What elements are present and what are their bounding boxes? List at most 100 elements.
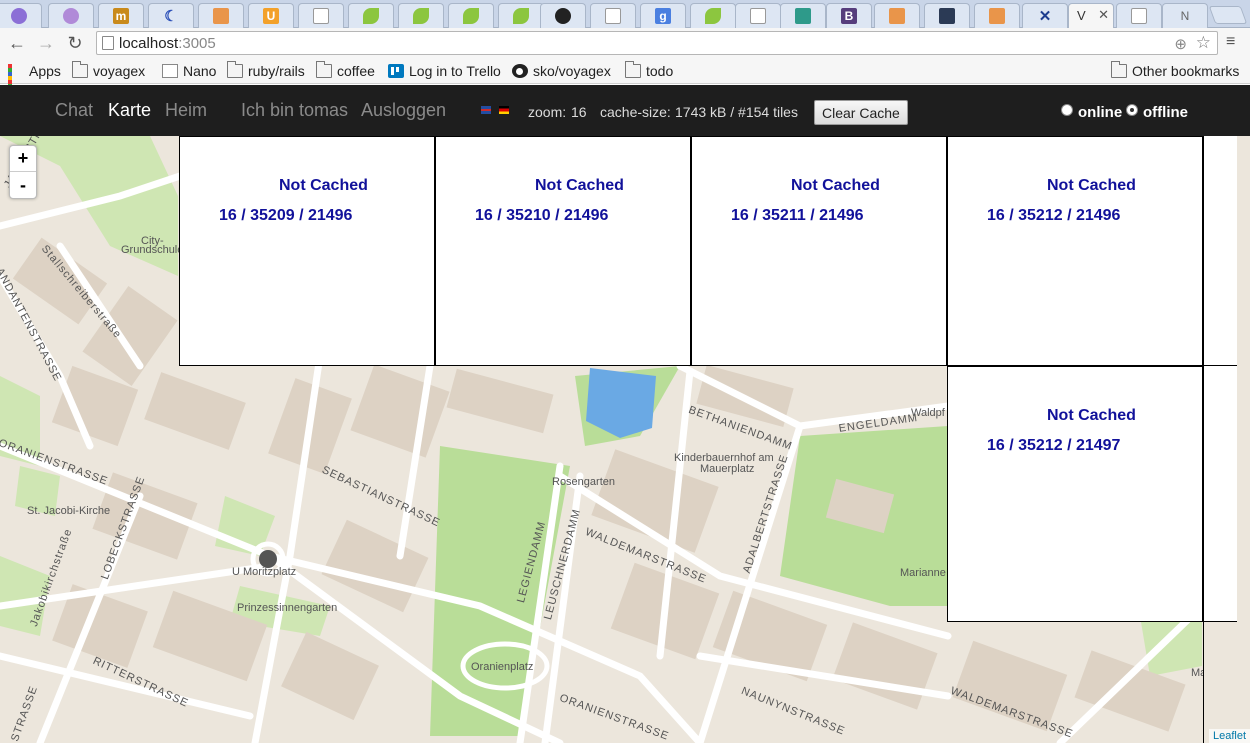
- browser-tab[interactable]: [735, 3, 781, 28]
- nav-heim[interactable]: Heim: [165, 100, 207, 121]
- bookmark-nano[interactable]: Nano: [162, 61, 216, 81]
- leaf-icon: [705, 8, 721, 24]
- zoom-value: 16: [571, 104, 587, 120]
- map-label: Marianne: [900, 567, 946, 579]
- folder-icon: [625, 61, 641, 78]
- cube-icon: [795, 8, 811, 24]
- zoom-in-button[interactable]: +: [10, 146, 36, 172]
- map-view[interactable]: City- Grundschule Rosengarten Kinderbaue…: [0, 136, 1250, 743]
- nav-logout[interactable]: Ausloggen: [361, 100, 446, 121]
- other-bookmarks[interactable]: Other bookmarks: [1111, 61, 1239, 81]
- shield-u-icon: U: [263, 8, 279, 24]
- cache-size-value: 1743 kB / #154 tiles: [675, 104, 798, 120]
- tab-title: V: [1077, 8, 1086, 23]
- bookmark-label: voyagex: [93, 63, 146, 79]
- browser-tab-strip: m ☾ U g B ✕ V ✕ N: [0, 0, 1250, 28]
- bookmark-star-icon[interactable]: ☆: [1196, 33, 1211, 53]
- nav-chat[interactable]: Chat: [55, 100, 93, 121]
- url-host: localhost: [119, 35, 179, 52]
- browser-tab[interactable]: [690, 3, 736, 28]
- offline-label: offline: [1143, 104, 1188, 121]
- letter-m-icon: m: [113, 8, 129, 24]
- bookmarks-bar: Apps voyagex Nano ruby/rails coffee Log …: [0, 58, 1250, 100]
- bookmark-label: todo: [646, 63, 674, 79]
- browser-tab[interactable]: N: [1162, 3, 1208, 28]
- bookmark-voyagex[interactable]: voyagex: [72, 61, 145, 81]
- browser-tab[interactable]: [0, 3, 42, 28]
- browser-tab[interactable]: [540, 3, 586, 28]
- map-label: St. Jacobi-Kirche: [27, 505, 111, 517]
- map-tile-edge: [1203, 622, 1250, 743]
- tile-status: Not Cached: [279, 177, 368, 194]
- browser-tab[interactable]: ✕: [1022, 3, 1068, 28]
- bookmark-trello[interactable]: Log in to Trello: [388, 61, 501, 81]
- map-label: Mauerplatz: [700, 463, 755, 475]
- flag-en-icon[interactable]: [481, 106, 491, 114]
- browser-tab[interactable]: [1116, 3, 1162, 28]
- browser-tab[interactable]: [348, 3, 394, 28]
- browser-tab[interactable]: [874, 3, 920, 28]
- browser-tab[interactable]: m: [98, 3, 144, 28]
- browser-tab[interactable]: [498, 3, 544, 28]
- browser-tab[interactable]: [590, 3, 636, 28]
- reload-icon[interactable]: ↻: [64, 32, 86, 54]
- browser-tab[interactable]: B: [826, 3, 872, 28]
- trello-icon: [388, 64, 404, 78]
- map-label: Oranienplatz: [471, 661, 534, 673]
- page-icon: [1131, 8, 1147, 24]
- map-tile-not-cached: Not Cached 16 / 35210 / 21496: [435, 136, 691, 366]
- online-radio[interactable]: [1061, 104, 1073, 116]
- browser-tab-active[interactable]: V ✕: [1068, 3, 1114, 28]
- bookmark-todo[interactable]: todo: [625, 61, 673, 81]
- nav-karte[interactable]: Karte: [108, 100, 151, 121]
- github-icon: [555, 8, 571, 24]
- bookmark-label: sko/voyagex: [533, 63, 611, 79]
- bookmark-sko-voyagex[interactable]: sko/voyagex: [512, 61, 611, 81]
- browser-tab[interactable]: [448, 3, 494, 28]
- map-tile-not-cached: Not Cached 16 / 35212 / 21497: [947, 366, 1203, 622]
- map-tile-not-cached: Not Cached 16 / 35209 / 21496: [179, 136, 435, 366]
- zoom-control: + -: [9, 145, 37, 199]
- bookmark-label: coffee: [337, 63, 375, 79]
- flag-de-icon[interactable]: [499, 106, 509, 114]
- leaf-icon: [413, 8, 429, 24]
- browser-tab[interactable]: ☾: [148, 3, 194, 28]
- tile-status: Not Cached: [1047, 407, 1136, 424]
- address-bar[interactable]: localhost:3005 ⊕ ☆: [96, 31, 1218, 55]
- browser-tab[interactable]: [48, 3, 94, 28]
- browser-tab[interactable]: [398, 3, 444, 28]
- folder-icon: [227, 61, 243, 78]
- bookmark-ruby-rails[interactable]: ruby/rails: [227, 61, 305, 81]
- tile-coords: 16 / 35209 / 21496: [219, 207, 353, 224]
- back-icon[interactable]: ←: [6, 32, 28, 54]
- bookmark-label: Apps: [29, 63, 61, 79]
- browser-tab[interactable]: U: [248, 3, 294, 28]
- letter-b-icon: B: [841, 8, 857, 24]
- clear-cache-button[interactable]: Clear Cache: [814, 100, 908, 125]
- browser-tab[interactable]: [924, 3, 970, 28]
- browser-tab[interactable]: [198, 3, 244, 28]
- browser-tab[interactable]: [974, 3, 1020, 28]
- close-tab-icon[interactable]: ✕: [1098, 7, 1109, 23]
- google-icon: g: [655, 8, 671, 24]
- offline-radio[interactable]: [1126, 104, 1138, 116]
- forward-icon[interactable]: →: [35, 32, 57, 54]
- bookmark-coffee[interactable]: coffee: [316, 61, 375, 81]
- new-tab-button[interactable]: [1208, 6, 1248, 24]
- leaflet-attribution-link[interactable]: Leaflet: [1208, 729, 1250, 743]
- browser-tab[interactable]: [298, 3, 344, 28]
- menu-icon[interactable]: ≡: [1226, 33, 1235, 51]
- zoom-label: zoom:: [528, 104, 567, 120]
- map-tile-not-cached: Not Cached 16 / 35211 / 21496: [691, 136, 947, 366]
- tile-coords: 16 / 35212 / 21496: [987, 207, 1121, 224]
- zoom-out-button[interactable]: -: [10, 172, 36, 198]
- browser-tab[interactable]: g: [640, 3, 686, 28]
- map-tile-not-cached: Not Cached 16 / 35212 / 21496: [947, 136, 1203, 366]
- tile-status: Not Cached: [535, 177, 624, 194]
- browser-tab[interactable]: [780, 3, 826, 28]
- location-icon[interactable]: ⊕: [1174, 35, 1187, 53]
- leaf-icon: [513, 8, 529, 24]
- nav-user[interactable]: Ich bin tomas: [241, 100, 348, 121]
- bookmark-apps[interactable]: Apps: [8, 61, 61, 100]
- map-label: Grundschule: [121, 244, 184, 256]
